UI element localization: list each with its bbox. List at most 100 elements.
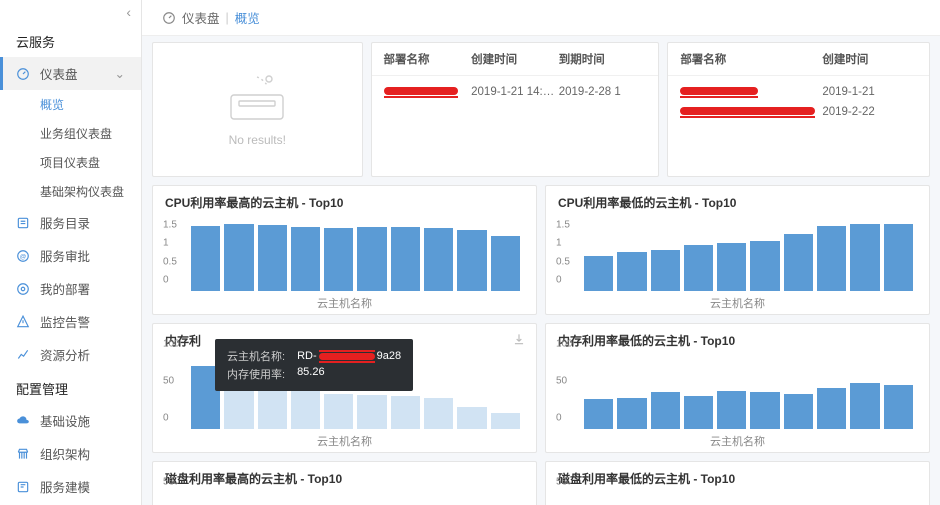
chart-bar[interactable] <box>884 224 913 291</box>
breadcrumb: 仪表盘 | 概览 <box>142 0 940 36</box>
chart-bar[interactable] <box>817 226 846 291</box>
table-row[interactable]: 2019-1-21 <box>680 82 917 102</box>
table-row[interactable]: 2019-2-22 <box>680 102 917 122</box>
chart-bar[interactable] <box>784 394 813 430</box>
breadcrumb-root[interactable]: 仪表盘 <box>182 8 220 27</box>
y-tick: 50 <box>163 477 174 488</box>
chart-bar[interactable] <box>491 236 520 292</box>
chart-bar[interactable] <box>584 256 613 291</box>
chart-xlabel: 云主机名称 <box>165 433 524 449</box>
cell-expires: 2019-2-28 1 <box>559 86 647 98</box>
sidebar-sub-item[interactable]: 概览 <box>0 90 141 119</box>
chart-bar[interactable] <box>750 392 779 429</box>
y-tick: 1 <box>556 238 562 249</box>
chart-bar[interactable] <box>224 224 253 291</box>
sidebar-item[interactable]: 基础设施 <box>0 404 141 437</box>
sidebar-item[interactable]: @服务审批 <box>0 239 141 272</box>
chart-title: CPU利用率最高的云主机 - Top10 <box>165 194 524 211</box>
sidebar-item[interactable]: 我的部署 <box>0 272 141 305</box>
chart-bar[interactable] <box>357 227 386 291</box>
chart-bar[interactable] <box>717 243 746 291</box>
chart-card-cpu_high: CPU利用率最高的云主机 - Top1000.511.5云主机名称 <box>152 185 537 315</box>
cell-created: 2019-1-21 14:53:56 <box>471 86 559 98</box>
chart-bar[interactable] <box>750 241 779 291</box>
download-icon[interactable] <box>512 332 526 346</box>
model-icon <box>16 480 32 494</box>
sidebar-collapse-icon[interactable]: ‹ <box>0 0 141 24</box>
analysis-icon <box>16 348 32 362</box>
chart-bar[interactable] <box>191 226 220 291</box>
chart-xlabel: 云主机名称 <box>558 433 917 449</box>
y-tick: 1.5 <box>556 219 570 230</box>
chart-bar[interactable] <box>717 391 746 430</box>
chart-yaxis: 050100 <box>556 355 576 429</box>
chart-bar[interactable] <box>391 227 420 291</box>
chart-bar[interactable] <box>457 407 486 429</box>
chart-bar[interactable] <box>391 396 420 429</box>
chart-title: 磁盘利用率最高的云主机 - Top10 <box>165 470 524 487</box>
chart-bar[interactable] <box>684 396 713 429</box>
content-area: No results! 部署名称 创建时间 到期时间 2019-1-21 14:… <box>142 36 940 505</box>
chart-bar[interactable] <box>651 392 680 429</box>
breadcrumb-current: 概览 <box>235 8 260 27</box>
svg-text:@: @ <box>20 253 27 260</box>
chart-yaxis: 050 <box>163 493 183 505</box>
chart-tooltip: 云主机名称:RD-9a28内存使用率:85.26 <box>215 339 413 391</box>
chart-bar[interactable] <box>491 413 520 429</box>
col-deploy-name: 部署名称 <box>384 51 472 67</box>
chart-bar[interactable] <box>617 398 646 429</box>
sidebar-item[interactable]: 监控告警 <box>0 305 141 338</box>
chart-bar[interactable] <box>258 225 287 291</box>
chart-bar[interactable] <box>884 385 913 429</box>
sidebar-item[interactable]: 组织架构 <box>0 437 141 470</box>
chart-bar[interactable] <box>817 388 846 429</box>
chart-bar[interactable] <box>584 399 613 429</box>
card-no-results: No results! <box>152 42 363 177</box>
y-tick: 0 <box>163 413 169 424</box>
dashboard-icon <box>162 11 176 25</box>
chart-xlabel: 云主机名称 <box>558 295 917 311</box>
sidebar-item-label: 组织架构 <box>40 444 90 463</box>
chart-bar[interactable] <box>357 395 386 429</box>
card-deploy-table-2: 部署名称 创建时间 2019-1-21 2019-2-22 <box>667 42 930 177</box>
chart-bar[interactable] <box>850 224 879 291</box>
chart-bar[interactable] <box>617 252 646 291</box>
chart-plot: 云主机名称:RD-9a28内存使用率:85.26 <box>187 355 524 429</box>
monitor-icon <box>16 315 32 329</box>
chart-bar[interactable] <box>651 250 680 291</box>
chart-plot <box>187 217 524 291</box>
sidebar-item[interactable]: 资源分析 <box>0 338 141 371</box>
sidebar-sub-item[interactable]: 项目仪表盘 <box>0 148 141 177</box>
chart-bar[interactable] <box>684 245 713 291</box>
chart-bar[interactable] <box>850 383 879 429</box>
chart-title: 内存利用率最低的云主机 - Top10 <box>558 332 917 349</box>
sidebar-item[interactable]: 服务建模 <box>0 470 141 503</box>
chart-bar[interactable] <box>291 227 320 291</box>
sidebar-item-label: 服务建模 <box>40 477 90 496</box>
redacted-text <box>384 87 458 95</box>
table-row[interactable]: 2019-1-21 14:53:56 2019-2-28 1 <box>384 82 647 102</box>
cell-created: 2019-2-22 <box>822 106 917 118</box>
chart-bar[interactable] <box>424 228 453 291</box>
sidebar-sub-item[interactable]: 基础架构仪表盘 <box>0 177 141 206</box>
sidebar-item-label: 仪表盘 <box>40 64 78 83</box>
chart-bar[interactable] <box>424 398 453 429</box>
chart-bar[interactable] <box>258 386 287 429</box>
y-tick: 50 <box>556 376 567 387</box>
chart-bar[interactable] <box>291 391 320 430</box>
chart-bar[interactable] <box>324 228 353 291</box>
chart-plot <box>580 493 917 505</box>
chart-bar[interactable] <box>784 234 813 291</box>
chart-bar[interactable] <box>457 230 486 291</box>
sidebar-item-label: 监控告警 <box>40 312 90 331</box>
y-tick: 0.5 <box>163 256 177 267</box>
sidebar-group-title: 云服务 <box>0 24 141 57</box>
chart-bar[interactable] <box>324 394 353 430</box>
card-deploy-table-1: 部署名称 创建时间 到期时间 2019-1-21 14:53:56 2019-2… <box>371 42 660 177</box>
sidebar-item[interactable]: 仪表盘⌄ <box>0 57 141 90</box>
sidebar-item[interactable]: 服务目录 <box>0 206 141 239</box>
y-tick: 0.5 <box>556 256 570 267</box>
sidebar-item-label: 服务目录 <box>40 213 90 232</box>
chart-yaxis: 00.511.5 <box>556 217 576 291</box>
sidebar-sub-item[interactable]: 业务组仪表盘 <box>0 119 141 148</box>
